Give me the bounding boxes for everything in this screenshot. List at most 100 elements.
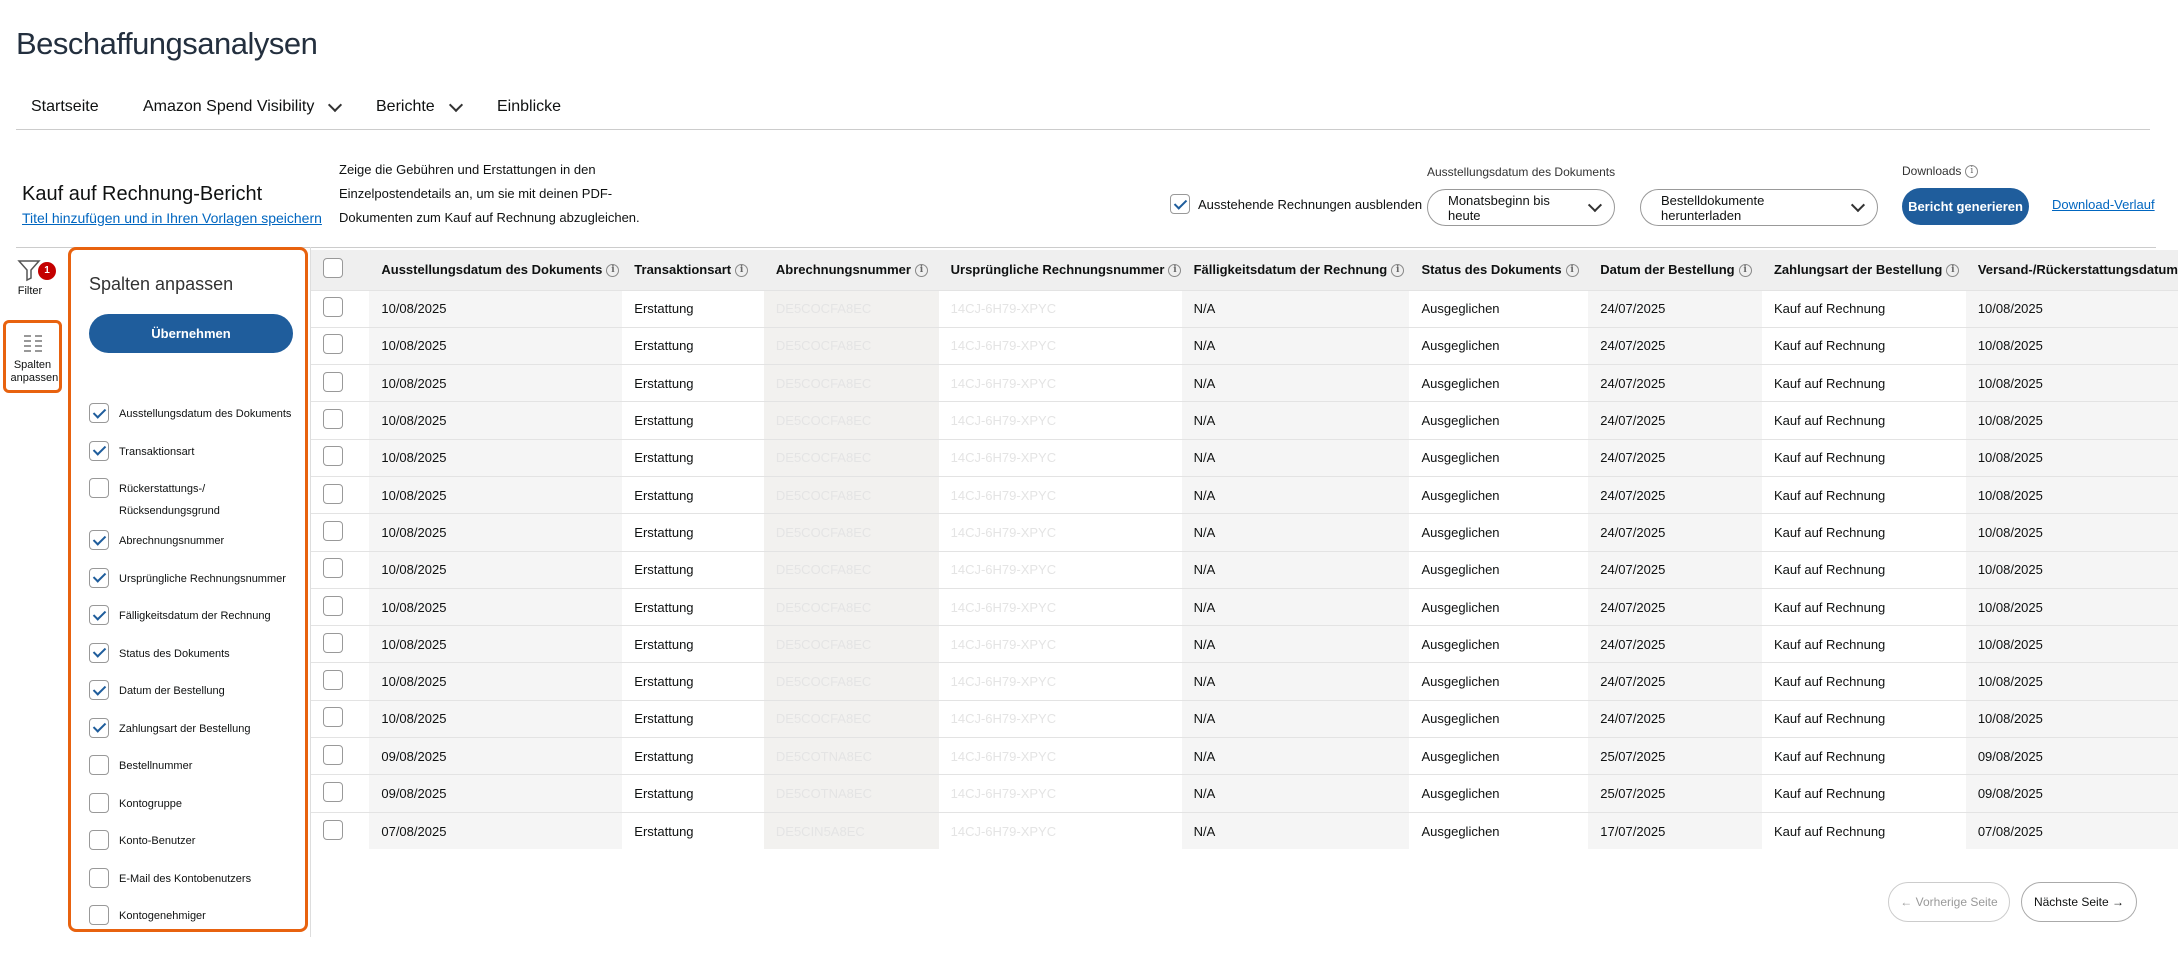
row-checkbox[interactable] <box>323 409 343 430</box>
nav-einblicke[interactable]: Einblicke <box>497 98 561 116</box>
nav-startseite[interactable]: Startseite <box>31 98 99 116</box>
column-header-label: Ursprüngliche Rechnungsnummer <box>950 262 1165 278</box>
row-checkbox[interactable] <box>323 670 343 691</box>
column-checkbox[interactable] <box>89 680 109 700</box>
column-option[interactable]: Transaktionsart <box>89 440 299 463</box>
table-cell: 10/08/2025 <box>369 401 623 440</box>
column-checkbox[interactable] <box>89 440 109 461</box>
row-checkbox[interactable] <box>323 707 343 728</box>
table-cell: Ausgeglichen <box>1409 774 1589 813</box>
column-option[interactable]: Fälligkeitsdatum der Rechnung <box>89 605 299 627</box>
info-icon[interactable]: i <box>1168 264 1182 278</box>
column-header[interactable]: Ausstellungsdatum des Dokuments i <box>369 250 623 290</box>
column-checkbox[interactable] <box>89 792 109 813</box>
column-option[interactable]: Zahlungsart der Bestellung <box>89 717 299 740</box>
checkbox[interactable] <box>1170 194 1190 214</box>
customize-columns-button[interactable]: Spalten anpassen <box>3 320 62 393</box>
column-checkbox[interactable] <box>89 403 109 423</box>
info-icon[interactable]: i <box>606 264 620 278</box>
nav-berichte[interactable]: Berichte <box>376 97 467 116</box>
column-checkbox[interactable] <box>89 530 109 550</box>
info-icon[interactable]: i <box>735 264 749 278</box>
table-cell: 14CJ-6H79-XPYC <box>938 401 1182 440</box>
hide-pending-checkbox[interactable]: Ausstehende Rechnungen ausblenden <box>1170 194 1422 214</box>
row-checkbox[interactable] <box>323 334 343 355</box>
column-header[interactable]: Status des Dokuments i <box>1409 250 1589 290</box>
row-checkbox[interactable] <box>323 446 343 467</box>
row-checkbox[interactable] <box>323 632 343 653</box>
apply-button[interactable]: Übernehmen <box>89 314 293 353</box>
downloads-text: Downloads <box>1902 164 1962 178</box>
column-checkbox[interactable] <box>89 478 109 498</box>
info-icon[interactable]: i <box>1565 264 1579 278</box>
info-icon[interactable]: i <box>1965 165 1979 179</box>
row-checkbox[interactable] <box>323 520 343 541</box>
next-page-button[interactable]: Nächste Seite → <box>2021 882 2137 922</box>
column-checkbox[interactable] <box>89 642 109 663</box>
select-all-checkbox[interactable] <box>323 258 343 279</box>
table-cell: DE5COTNA8EC <box>763 737 939 775</box>
column-header[interactable]: Datum der Bestellung i <box>1588 250 1762 290</box>
column-option[interactable]: Ausstellungsdatum des Dokuments <box>89 403 299 425</box>
info-icon[interactable]: i <box>1738 264 1752 278</box>
info-icon[interactable]: i <box>1946 264 1960 278</box>
column-option[interactable]: Abrechnungsnummer <box>89 530 299 552</box>
row-checkbox[interactable] <box>323 819 343 840</box>
row-checkbox[interactable] <box>323 371 343 392</box>
row-checkbox[interactable] <box>323 483 343 504</box>
table-cell: 10/08/2025 <box>369 289 623 328</box>
row-checkbox[interactable] <box>323 744 343 765</box>
column-option[interactable]: Kontogenehmiger <box>89 905 299 927</box>
column-option[interactable]: E-Mail des Kontobenutzers <box>89 867 299 890</box>
download-history-link[interactable]: Download-Verlauf <box>2052 197 2155 212</box>
column-checkbox[interactable] <box>89 867 109 888</box>
column-option[interactable]: Konto-Benutzer <box>89 830 299 852</box>
save-title-link[interactable]: Titel hinzufügen und in Ihren Vorlagen s… <box>22 210 322 226</box>
column-header-label: Fälligkeitsdatum der Rechnung <box>1193 262 1388 278</box>
table-cell: 14CJ-6H79-XPYC <box>938 289 1182 328</box>
column-header[interactable]: Ursprüngliche Rechnungsnummer i <box>938 250 1182 290</box>
table-row: 10/08/2025 Erstattung DE5COCFA8EC 14CJ-6H79… <box>311 289 2178 328</box>
column-option[interactable]: Rückerstattungs-/ Rücksendungsgrund <box>89 478 299 522</box>
row-checkbox[interactable] <box>323 782 343 802</box>
table-cell: Erstattung <box>622 475 764 514</box>
column-option[interactable]: Kontogruppe <box>89 792 299 815</box>
table-cell: Kauf auf Rechnung <box>1761 699 1966 738</box>
table-cell: 10/08/2025 <box>369 513 623 552</box>
table-cell: 24/07/2025 <box>1588 364 1762 402</box>
table-cell: Ausgeglichen <box>1409 438 1589 477</box>
column-header[interactable]: Zahlungsart der Bestellung i <box>1761 250 1966 290</box>
row-checkbox[interactable] <box>323 558 343 579</box>
table-cell: 14CJ-6H79-XPYC <box>938 550 1182 589</box>
table-cell: DE5COCFA8EC <box>763 699 939 738</box>
row-checkbox[interactable] <box>323 297 343 318</box>
column-header[interactable]: Abrechnungsnummer i <box>763 250 939 290</box>
generate-report-button[interactable]: Bericht generieren <box>1902 188 2029 225</box>
column-checkbox[interactable] <box>89 717 109 738</box>
column-checkbox[interactable] <box>89 605 109 625</box>
column-option[interactable]: Datum der Bestellung <box>89 680 299 702</box>
column-option[interactable]: Status des Dokuments <box>89 642 299 665</box>
table-cell: Ausgeglichen <box>1409 364 1589 402</box>
row-checkbox[interactable] <box>323 595 343 616</box>
column-checkbox[interactable] <box>89 830 109 850</box>
column-checkbox[interactable] <box>89 905 109 925</box>
column-header[interactable]: Versand-/Rückerstattungsdatum <box>1965 250 2178 290</box>
table-cell: N/A <box>1181 587 1410 626</box>
table-row: 07/08/2025 Erstattung DE5CIN5A8EC 14CJ-6H79… <box>311 811 2178 850</box>
info-icon[interactable]: i <box>1391 264 1405 278</box>
column-header[interactable]: Transaktionsart i <box>622 250 764 290</box>
column-option[interactable]: Bestellnummer <box>89 755 299 777</box>
previous-page-button[interactable]: ← Vorherige Seite <box>1888 882 2010 922</box>
column-option[interactable]: Ursprüngliche Rechnungsnummer <box>89 567 299 590</box>
column-checkbox[interactable] <box>89 567 109 588</box>
row-select-cell <box>311 550 370 589</box>
column-header[interactable]: Fälligkeitsdatum der Rechnung i <box>1181 250 1410 290</box>
nav-amazon-spend-visibility[interactable]: Amazon Spend Visibility <box>143 97 346 116</box>
column-checkbox[interactable] <box>89 755 109 775</box>
columns-icon <box>23 335 42 352</box>
row-select-cell <box>311 438 370 477</box>
date-range-dropdown[interactable]: Monatsbeginn bis heute <box>1427 189 1615 226</box>
download-docs-dropdown[interactable]: Bestelldokumente herunterladen <box>1640 189 1878 226</box>
info-icon[interactable]: i <box>914 264 928 278</box>
